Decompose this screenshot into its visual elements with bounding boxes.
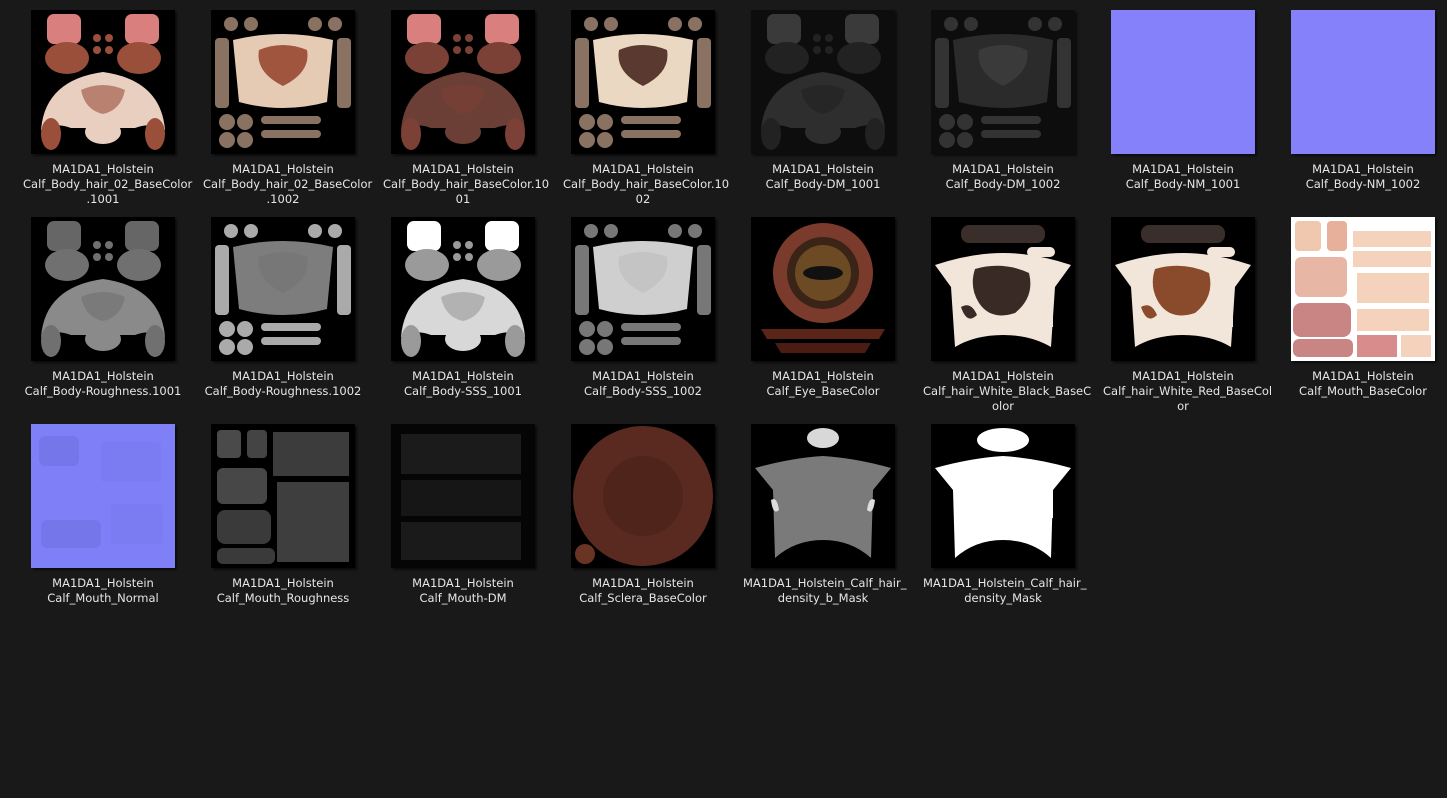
file-name: MA1DA1_Holstein Calf_Body-SSS_1002 [584,369,702,398]
file-name: MA1DA1_Holstein Calf_Body_hair_BaseColor… [563,162,730,206]
texture-thumbnail[interactable] [391,217,535,361]
file-item[interactable]: MA1DA1_Holstein_Calf_hair_ density_Mask [913,414,1093,621]
file-name: MA1DA1_Holstein Calf_Body_hair_02_BaseCo… [23,162,193,206]
file-name: MA1DA1_Holstein Calf_Body_hair_BaseColor… [383,162,550,206]
file-name: MA1DA1_Holstein Calf_Body-NM_1002 [1305,162,1421,191]
file-name: MA1DA1_Holstein Calf_hair_White_Red_Base… [1103,369,1273,413]
texture-thumbnail[interactable] [571,217,715,361]
file-name: MA1DA1_Holstein Calf_Mouth_BaseColor [1299,369,1427,398]
file-name: MA1DA1_Holstein_Calf_hair_ density_b_Mas… [743,576,907,605]
file-item[interactable]: MA1DA1_Holstein Calf_Eye_BaseColor [733,207,913,414]
texture-thumbnail[interactable] [751,424,895,568]
file-name: MA1DA1_Holstein Calf_Body-DM_1002 [945,162,1061,191]
texture-thumbnail[interactable] [1111,10,1255,154]
file-name: MA1DA1_Holstein Calf_Body-Roughness.1002 [204,369,362,398]
file-name: MA1DA1_Holstein Calf_Mouth_Normal [47,576,159,605]
texture-thumbnail[interactable] [31,217,175,361]
file-item[interactable]: MA1DA1_Holstein Calf_Body-SSS_1001 [373,207,553,414]
file-item[interactable]: MA1DA1_Holstein_Calf_hair_ density_b_Mas… [733,414,913,621]
texture-thumbnail[interactable] [1291,217,1435,361]
file-name: MA1DA1_Holstein Calf_Sclera_BaseColor [579,576,707,605]
file-name: MA1DA1_Holstein Calf_Body-Roughness.1001 [24,369,182,398]
texture-thumbnail[interactable] [211,217,355,361]
texture-thumbnail[interactable] [931,10,1075,154]
texture-thumbnail[interactable] [1291,10,1435,154]
texture-thumbnail[interactable] [571,10,715,154]
file-item[interactable]: MA1DA1_Holstein Calf_Mouth_Normal [13,414,193,621]
texture-thumbnail[interactable] [31,424,175,568]
texture-thumbnail[interactable] [571,424,715,568]
file-item[interactable]: MA1DA1_Holstein Calf_Mouth_Roughness [193,414,373,621]
file-item[interactable]: MA1DA1_Holstein Calf_hair_White_Black_Ba… [913,207,1093,414]
file-item[interactable]: MA1DA1_Holstein Calf_Body-NM_1001 [1093,0,1273,207]
file-item[interactable]: MA1DA1_Holstein Calf_Sclera_BaseColor [553,414,733,621]
texture-thumbnail[interactable] [931,217,1075,361]
file-grid: MA1DA1_Holstein Calf_Body_hair_02_BaseCo… [13,0,1447,621]
file-item[interactable]: MA1DA1_Holstein Calf_Body-Roughness.1001 [13,207,193,414]
texture-thumbnail[interactable] [751,217,895,361]
file-item[interactable]: MA1DA1_Holstein Calf_Mouth_BaseColor [1273,207,1447,414]
file-item[interactable]: MA1DA1_Holstein Calf_Body_hair_BaseColor… [553,0,733,207]
file-name: MA1DA1_Holstein Calf_Body-DM_1001 [765,162,881,191]
file-item[interactable]: MA1DA1_Holstein Calf_Body-SSS_1002 [553,207,733,414]
texture-thumbnail[interactable] [391,424,535,568]
file-item[interactable]: MA1DA1_Holstein Calf_hair_White_Red_Base… [1093,207,1273,414]
file-item[interactable]: MA1DA1_Holstein Calf_Body-DM_1002 [913,0,1093,207]
file-name: MA1DA1_Holstein Calf_Body_hair_02_BaseCo… [203,162,373,206]
texture-thumbnail[interactable] [1111,217,1255,361]
texture-thumbnail[interactable] [391,10,535,154]
texture-thumbnail[interactable] [931,424,1075,568]
texture-thumbnail[interactable] [751,10,895,154]
texture-thumbnail[interactable] [211,10,355,154]
file-item[interactable]: MA1DA1_Holstein Calf_Body-Roughness.1002 [193,207,373,414]
file-name: MA1DA1_Holstein Calf_Mouth-DM [412,576,514,605]
file-item[interactable]: MA1DA1_Holstein Calf_Body-NM_1002 [1273,0,1447,207]
file-item[interactable]: MA1DA1_Holstein Calf_Body_hair_BaseColor… [373,0,553,207]
file-name: MA1DA1_Holstein Calf_hair_White_Black_Ba… [923,369,1092,413]
file-item[interactable]: MA1DA1_Holstein Calf_Body_hair_02_BaseCo… [13,0,193,207]
file-item[interactable]: MA1DA1_Holstein Calf_Mouth-DM [373,414,553,621]
file-item[interactable]: MA1DA1_Holstein Calf_Body-DM_1001 [733,0,913,207]
file-name: MA1DA1_Holstein Calf_Body-NM_1001 [1125,162,1241,191]
file-name: MA1DA1_Holstein Calf_Body-SSS_1001 [404,369,522,398]
file-item[interactable]: MA1DA1_Holstein Calf_Body_hair_02_BaseCo… [193,0,373,207]
texture-thumbnail[interactable] [31,10,175,154]
file-name: MA1DA1_Holstein Calf_Mouth_Roughness [216,576,350,605]
file-name: MA1DA1_Holstein_Calf_hair_ density_Mask [923,576,1087,605]
file-name: MA1DA1_Holstein Calf_Eye_BaseColor [766,369,880,398]
texture-thumbnail[interactable] [211,424,355,568]
